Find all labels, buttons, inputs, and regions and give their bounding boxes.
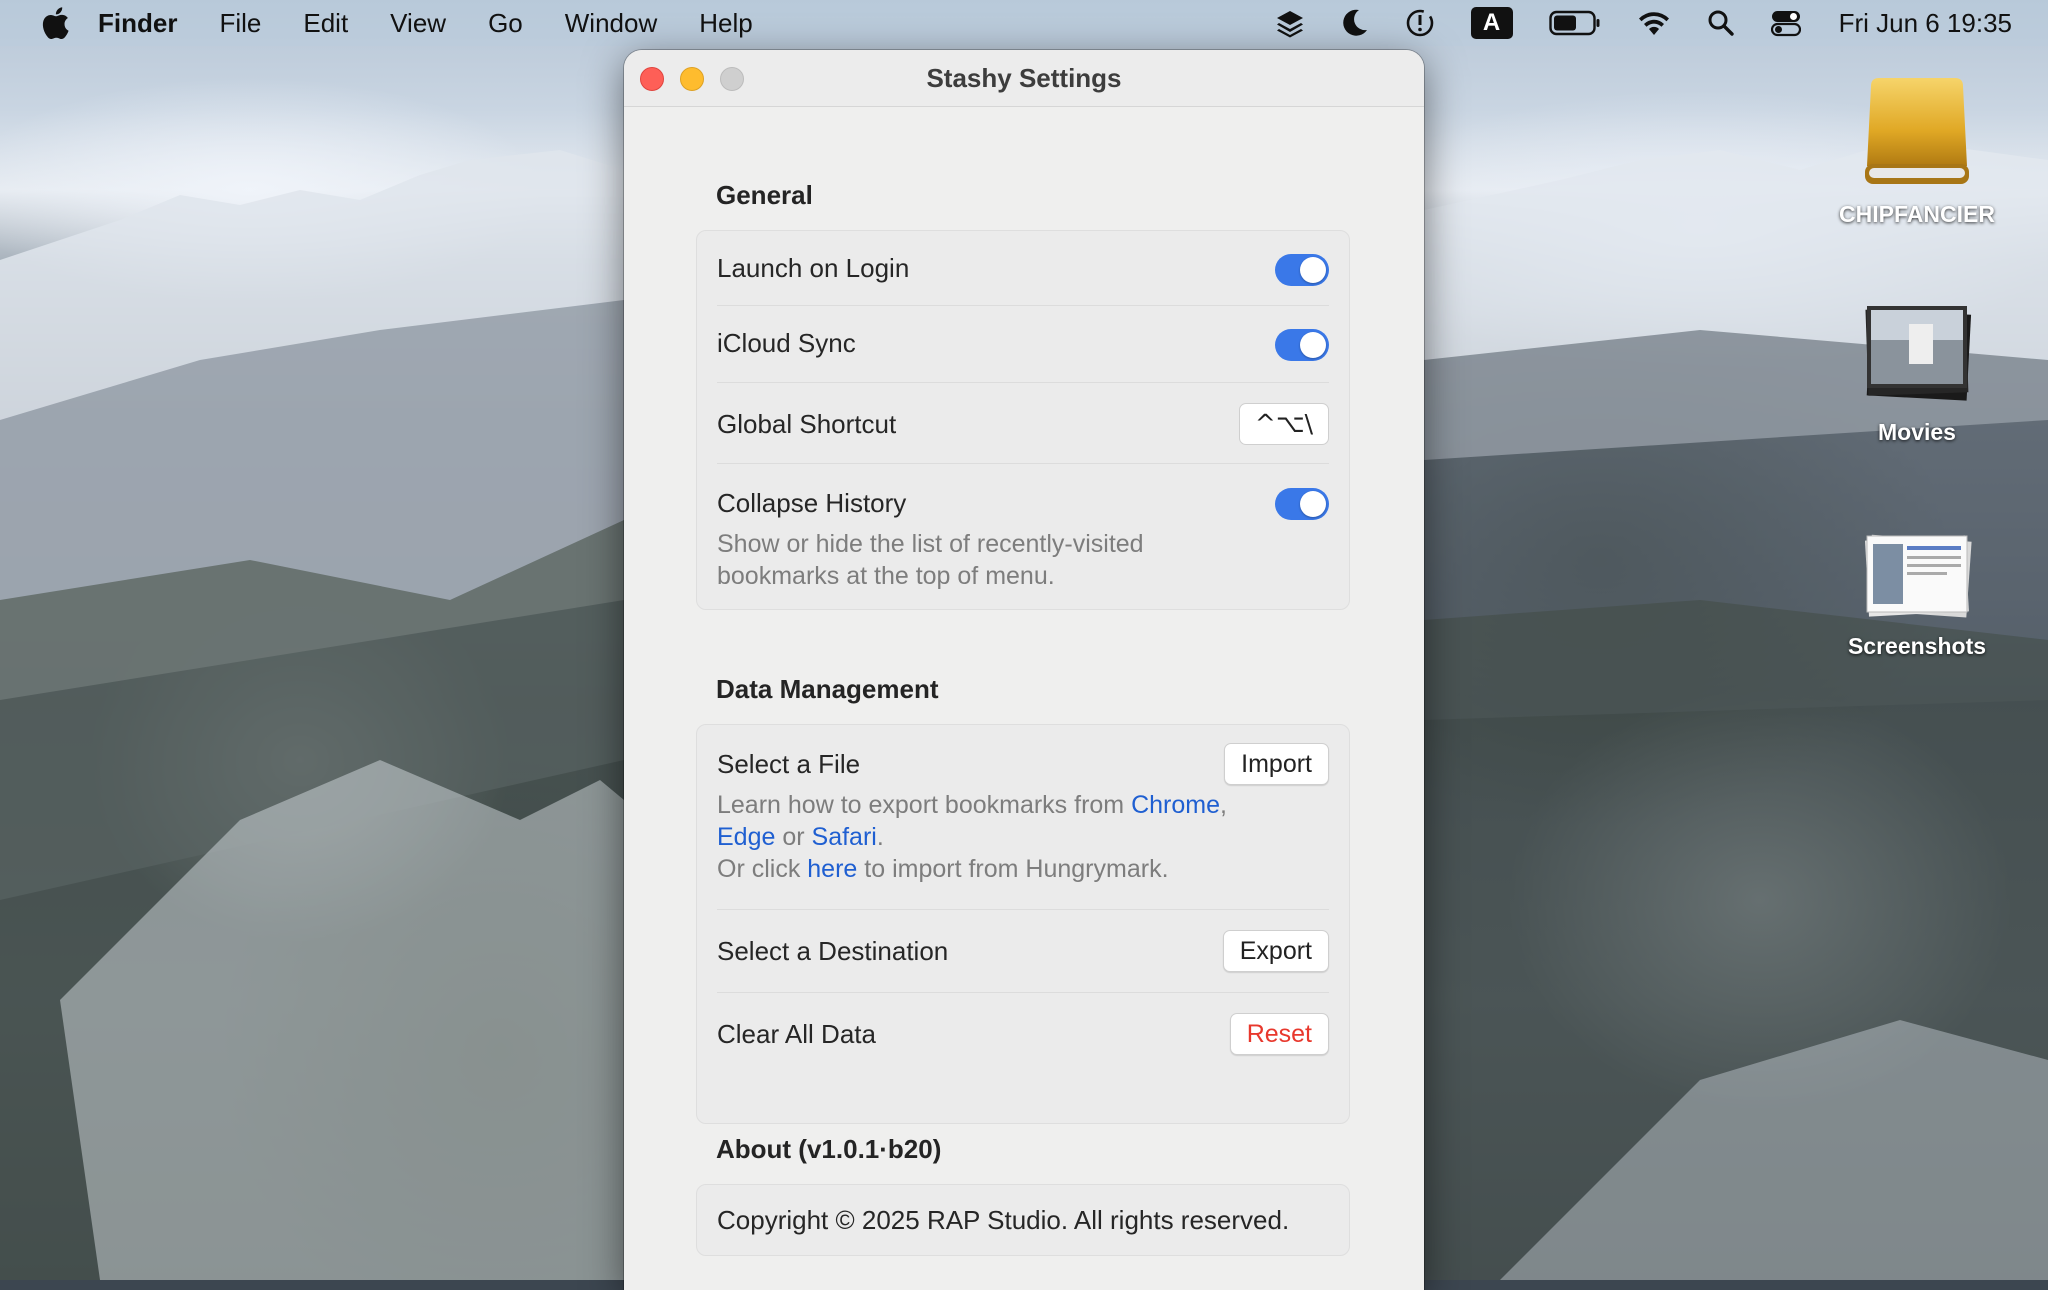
desc-text: or <box>775 823 812 851</box>
select-file-description: Learn how to export bookmarks from Chrom… <box>717 789 1227 885</box>
row-clear-all-data: Clear All Data Reset <box>717 993 1329 1073</box>
select-file-desc-line1: Learn how to export bookmarks from Chrom… <box>717 789 1227 821</box>
row-collapse-history: Collapse History Show or hide the list o… <box>717 464 1329 612</box>
edge-link[interactable]: Edge <box>717 823 775 851</box>
external-drive-icon <box>1865 78 1969 184</box>
import-button[interactable]: Import <box>1224 743 1329 785</box>
settings-window: Stashy Settings General Launch on Login … <box>624 50 1424 1290</box>
input-source-icon[interactable]: A <box>1470 7 1513 39</box>
row-global-shortcut: Global Shortcut ^⌥\ <box>717 383 1329 464</box>
input-source-label: A <box>1470 7 1513 39</box>
collapse-history-label: Collapse History <box>717 488 907 518</box>
desktop-icon-movies[interactable]: Movies <box>1827 298 2007 446</box>
collapse-history-desc-line1: Show or hide the list of recently-visite… <box>717 530 1144 558</box>
select-destination-label: Select a Destination <box>717 936 949 966</box>
desktop-icon-chipfancier[interactable]: CHIPFANCIER <box>1827 70 2007 228</box>
row-icloud-sync: iCloud Sync <box>717 306 1329 383</box>
row-copyright: Copyright © 2025 RAP Studio. All rights … <box>717 1185 1329 1255</box>
row-launch-on-login: Launch on Login <box>717 231 1329 306</box>
row-select-destination: Select a Destination Export <box>717 910 1329 993</box>
apple-logo-icon[interactable] <box>40 6 70 40</box>
select-file-desc-line2: Edge or Safari. <box>717 821 1227 853</box>
menubar-clock[interactable]: Fri Jun 6 19:35 <box>1839 8 2012 39</box>
desc-text: Learn how to export bookmarks from <box>717 791 1132 819</box>
desc-text: . <box>876 823 884 851</box>
export-button[interactable]: Export <box>1222 930 1329 972</box>
menu-file[interactable]: File <box>219 8 261 39</box>
collapse-history-desc-line2: bookmarks at the top of menu. <box>717 562 1055 590</box>
window-title: Stashy Settings <box>926 63 1122 93</box>
toggle-knob <box>1300 257 1326 283</box>
menu-view[interactable]: View <box>390 8 446 39</box>
menu-edit[interactable]: Edit <box>303 8 348 39</box>
desktop-icon-label: CHIPFANCIER <box>1839 201 1995 227</box>
menu-go[interactable]: Go <box>488 8 523 39</box>
about-group: Copyright © 2025 RAP Studio. All rights … <box>696 1184 1350 1256</box>
toggle-knob <box>1300 332 1326 358</box>
alert-clock-icon[interactable] <box>1405 8 1435 38</box>
hungrymark-import-link[interactable]: here <box>807 855 857 883</box>
moon-icon[interactable] <box>1341 8 1369 38</box>
collapse-history-description: Show or hide the list of recently-visite… <box>717 528 1144 592</box>
desktop-icon-screenshots[interactable]: Screenshots <box>1827 532 2007 660</box>
icloud-sync-toggle[interactable] <box>1275 329 1329 361</box>
desktop-icon-label: Screenshots <box>1847 633 1987 659</box>
battery-icon[interactable] <box>1548 10 1601 36</box>
collapse-history-toggle[interactable] <box>1275 488 1329 520</box>
status-menus: A Fri Jun 6 19:35 <box>1239 0 2048 46</box>
global-shortcut-recorder[interactable]: ^⌥\ <box>1239 403 1329 445</box>
copyright-text: Copyright © 2025 RAP Studio. All rights … <box>717 1205 1290 1235</box>
launch-on-login-label: Launch on Login <box>717 253 910 283</box>
global-shortcut-label: Global Shortcut <box>717 409 897 439</box>
row-select-file: Select a File Import Learn how to export… <box>717 725 1329 910</box>
control-center-icon[interactable] <box>1770 9 1801 37</box>
window-titlebar[interactable]: Stashy Settings <box>624 50 1424 107</box>
desc-text: to import from Hungrymark. <box>857 855 1169 883</box>
icloud-sync-label: iCloud Sync <box>717 328 856 358</box>
menu-window[interactable]: Window <box>565 8 657 39</box>
folder-stack-icon <box>1865 306 1972 401</box>
folder-stack-icon <box>1865 534 1972 618</box>
launch-on-login-toggle[interactable] <box>1275 254 1329 286</box>
menu-help[interactable]: Help <box>699 8 752 39</box>
menu-app-finder[interactable]: Finder <box>98 8 177 39</box>
desc-text: , <box>1220 791 1227 819</box>
select-file-desc-line3: Or click here to import from Hungrymark. <box>717 853 1227 885</box>
wifi-icon[interactable] <box>1637 9 1671 37</box>
desktop-icon-label: Movies <box>1878 419 1956 445</box>
menu-bar: Finder File Edit View Go Window Help A F… <box>0 0 2048 46</box>
safari-link[interactable]: Safari <box>812 823 877 851</box>
general-group: Launch on Login iCloud Sync Global Short… <box>696 230 1350 610</box>
toggle-knob <box>1300 491 1326 517</box>
select-file-label: Select a File <box>717 749 861 779</box>
section-title-data-management: Data Management <box>716 674 939 704</box>
desc-text: Or click <box>717 855 808 883</box>
search-icon[interactable] <box>1707 9 1735 37</box>
section-title-about: About (v1.0.1·b20) <box>716 1134 942 1164</box>
data-management-group: Select a File Import Learn how to export… <box>696 724 1350 1124</box>
layers-icon[interactable] <box>1275 8 1305 38</box>
chrome-link[interactable]: Chrome <box>1131 791 1220 819</box>
reset-button[interactable]: Reset <box>1229 1013 1329 1055</box>
section-title-general: General <box>716 180 813 210</box>
clear-all-data-label: Clear All Data <box>717 1019 876 1049</box>
